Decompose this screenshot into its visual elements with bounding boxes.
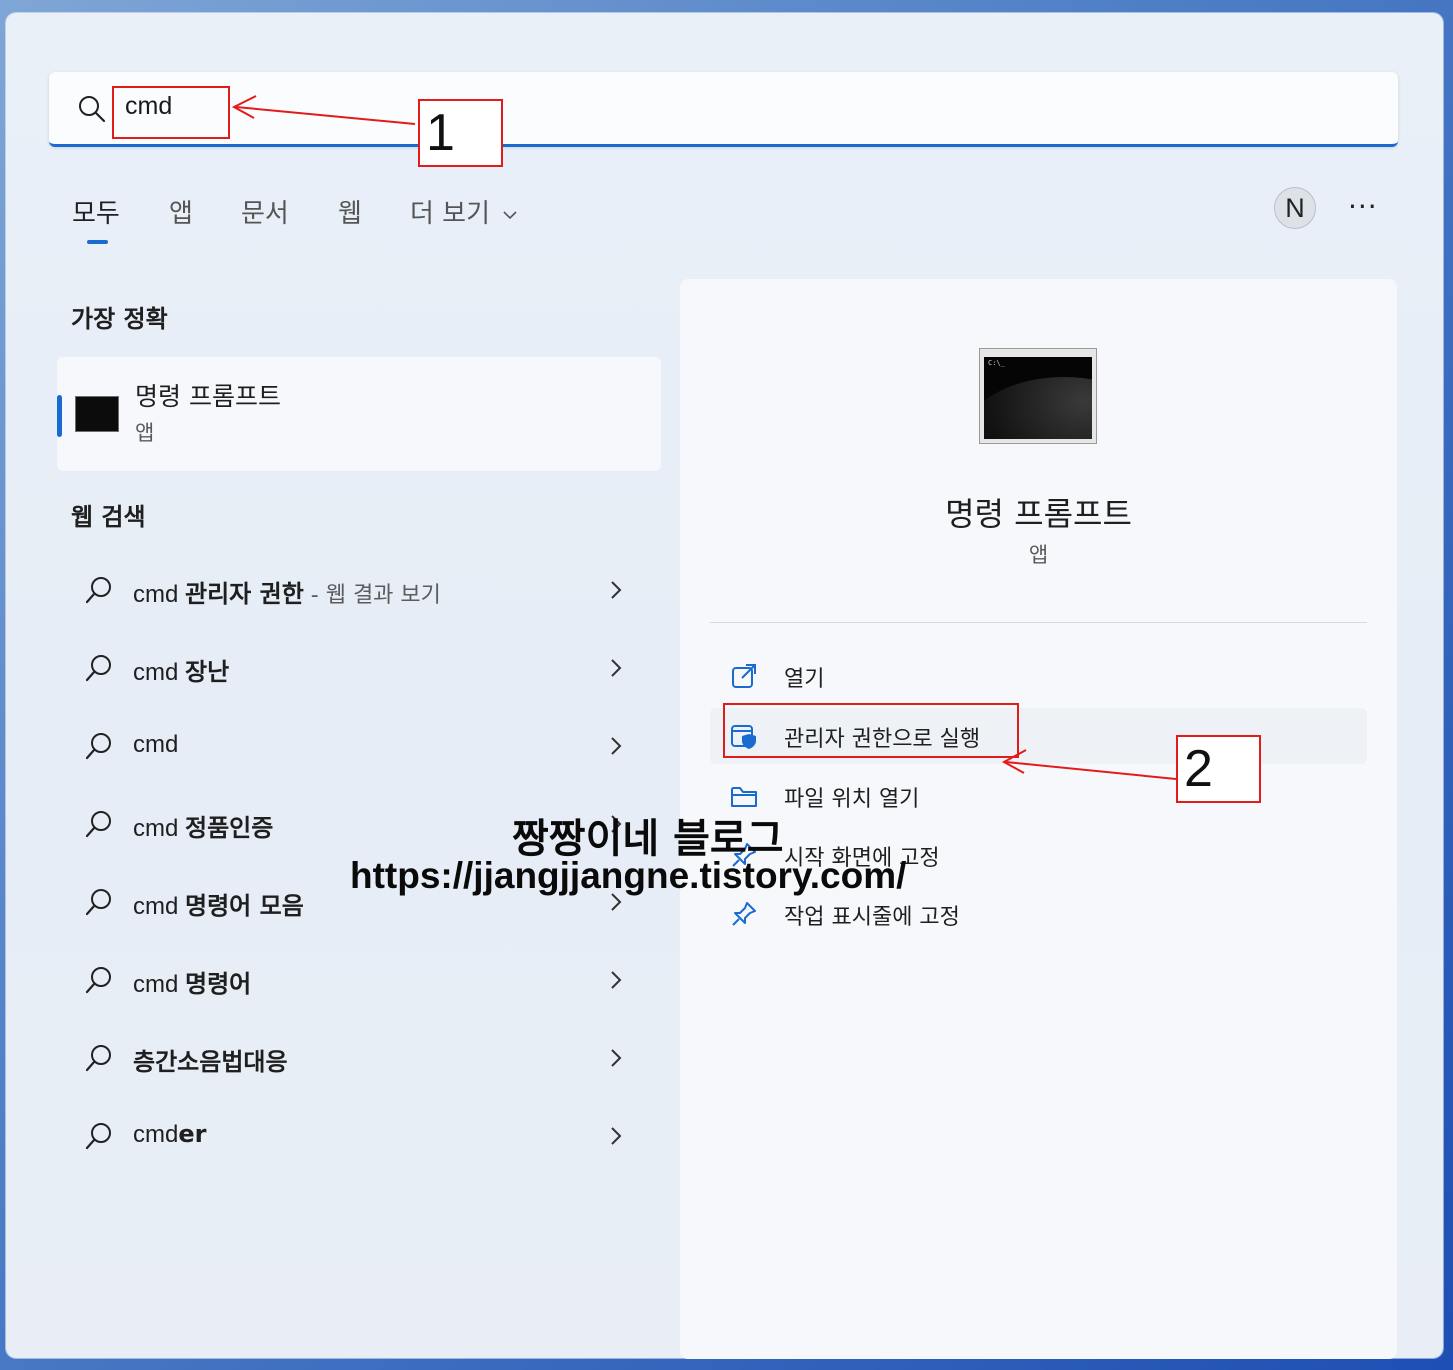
search-icon <box>85 577 111 604</box>
web-search-item-label: cmd 명령어 모음 <box>133 886 304 921</box>
more-options-button[interactable]: ··· <box>1348 190 1378 223</box>
open-external-icon <box>732 664 756 688</box>
detail-app-name: 명령 프롬프트 <box>945 495 1132 533</box>
web-search-item[interactable]: 층간소음법대응 <box>80 1033 640 1083</box>
chevron-down-icon <box>503 210 517 219</box>
tab-apps[interactable]: 앱 <box>169 193 193 230</box>
chevron-right-icon <box>611 1049 622 1067</box>
web-search-item-query: cmd <box>133 659 186 686</box>
tab-web[interactable]: 웹 <box>338 193 362 230</box>
annotation-box-admin <box>723 703 1019 758</box>
web-search-item-label: cmd <box>133 730 178 759</box>
web-search-item-query: cmd <box>133 1121 179 1148</box>
web-search-heading: 웹 검색 <box>71 503 146 531</box>
action-open-file-location[interactable]: 파일 위치 열기 <box>710 768 1367 824</box>
action-open[interactable]: 열기 <box>710 648 1367 704</box>
annotation-step-2: 2 <box>1176 735 1261 803</box>
web-search-item-suggestion: 장난 <box>185 658 230 686</box>
search-box[interactable]: cmd <box>49 72 1398 147</box>
search-icon <box>79 96 106 123</box>
search-icon <box>85 733 111 760</box>
watermark-blog-url: https://jjangjjangne.tistory.com/ <box>350 855 907 896</box>
web-search-item[interactable]: cmd 장난 <box>80 643 640 693</box>
search-icon <box>85 889 111 916</box>
console-shine <box>984 377 1092 439</box>
best-match-kind: 앱 <box>135 421 155 445</box>
console-prompt-text: C:\_ <box>988 359 1005 367</box>
command-prompt-large-icon: C:\_ <box>979 348 1097 444</box>
best-match-name: 명령 프롬프트 <box>135 382 281 411</box>
web-search-item-query: cmd <box>133 893 186 920</box>
web-search-item-suggestion: 관리자 권한 <box>185 580 304 608</box>
chevron-right-icon <box>611 659 622 677</box>
search-icon <box>85 1123 111 1150</box>
search-icon <box>85 655 111 682</box>
active-tab-indicator <box>87 240 108 244</box>
search-icon <box>85 811 111 838</box>
action-open-file-location-label: 파일 위치 열기 <box>784 787 920 812</box>
search-icon <box>85 1045 111 1072</box>
user-avatar[interactable]: N <box>1274 187 1316 229</box>
tab-all[interactable]: 모두 <box>72 193 120 230</box>
console-screen: C:\_ <box>984 357 1092 439</box>
web-search-item-suggestion: 명령어 <box>185 970 252 998</box>
web-search-item-label: 층간소음법대응 <box>133 1042 288 1077</box>
web-search-item-label: cmd 관리자 권한 - 웹 결과 보기 <box>133 574 441 609</box>
web-search-item-query: cmd <box>133 971 186 998</box>
selection-accent <box>57 395 62 437</box>
annotation-step-1: 1 <box>418 99 503 167</box>
web-search-item-suggestion: 명령어 모음 <box>185 892 304 920</box>
web-search-item[interactable]: cmd <box>80 721 640 771</box>
chevron-right-icon <box>611 581 622 599</box>
web-search-item-label: cmd 정품인증 <box>133 808 273 843</box>
best-match-result[interactable]: 명령 프롬프트 앱 <box>57 357 661 471</box>
web-search-item-suffix: - 웹 결과 보기 <box>303 583 441 608</box>
web-search-item-suggestion: 정품인증 <box>185 814 274 842</box>
web-search-item-suggestion: 층간소음법대응 <box>133 1048 288 1076</box>
pin-icon <box>732 902 756 926</box>
web-search-item[interactable]: cmder <box>80 1111 640 1161</box>
action-pin-to-taskbar-label: 작업 표시줄에 고정 <box>784 905 960 930</box>
web-search-item-query: cmd <box>133 731 179 758</box>
web-search-item-label: cmd 명령어 <box>133 964 251 999</box>
chevron-right-icon <box>611 1127 622 1145</box>
web-search-item-label: cmd 장난 <box>133 652 229 687</box>
tab-more[interactable]: 더 보기 <box>410 193 518 230</box>
tab-more-label: 더 보기 <box>410 199 491 229</box>
web-search-item-query: cmd <box>133 815 186 842</box>
web-search-item-query: cmd <box>133 581 186 608</box>
chevron-right-icon <box>611 737 622 755</box>
tab-documents[interactable]: 문서 <box>241 193 289 230</box>
action-open-label: 열기 <box>784 667 825 692</box>
web-search-item[interactable]: cmd 관리자 권한 - 웹 결과 보기 <box>80 565 640 615</box>
web-search-item-suggestion: er <box>178 1120 207 1148</box>
chevron-right-icon <box>611 971 622 989</box>
detail-app-kind: 앱 <box>1028 543 1049 567</box>
detail-divider <box>710 622 1367 623</box>
web-search-item-label: cmder <box>133 1120 206 1149</box>
web-search-item[interactable]: cmd 명령어 <box>80 955 640 1005</box>
command-prompt-icon <box>75 396 119 432</box>
best-match-heading: 가장 정확 <box>71 305 168 333</box>
annotation-box-search <box>112 86 230 139</box>
search-icon <box>85 967 111 994</box>
